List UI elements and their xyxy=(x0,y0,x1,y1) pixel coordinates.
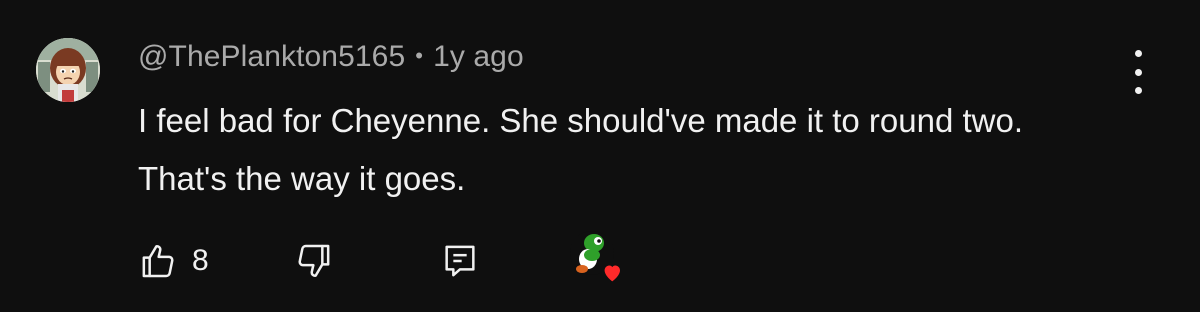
creator-heart-icon xyxy=(570,231,620,282)
like-button[interactable]: 8 xyxy=(138,238,209,284)
reply-icon xyxy=(445,245,475,277)
author-name[interactable]: @ThePlankton5165 xyxy=(138,40,405,73)
author-avatar[interactable] xyxy=(36,38,100,102)
more-vertical-icon xyxy=(1134,50,1142,57)
creator-heart-badge xyxy=(568,231,628,282)
comment-timestamp[interactable]: 1y ago xyxy=(433,40,524,73)
dislike-button[interactable] xyxy=(294,238,334,284)
like-count: 8 xyxy=(192,244,209,277)
meta-separator: • xyxy=(415,43,424,68)
comment-thread: @ThePlankton5165 • 1y ago I feel bad for C… xyxy=(0,0,1200,312)
avatar-image xyxy=(36,38,100,102)
comment-text: I feel bad for Cheyenne. She should've m… xyxy=(138,102,1024,197)
thumbs-down-icon xyxy=(298,244,330,277)
thumbs-up-icon xyxy=(142,245,174,278)
reply-button[interactable] xyxy=(440,238,480,284)
comment-meta: @ThePlankton5165 • 1y ago xyxy=(138,40,524,74)
comment-menu-button[interactable] xyxy=(1118,50,1158,94)
